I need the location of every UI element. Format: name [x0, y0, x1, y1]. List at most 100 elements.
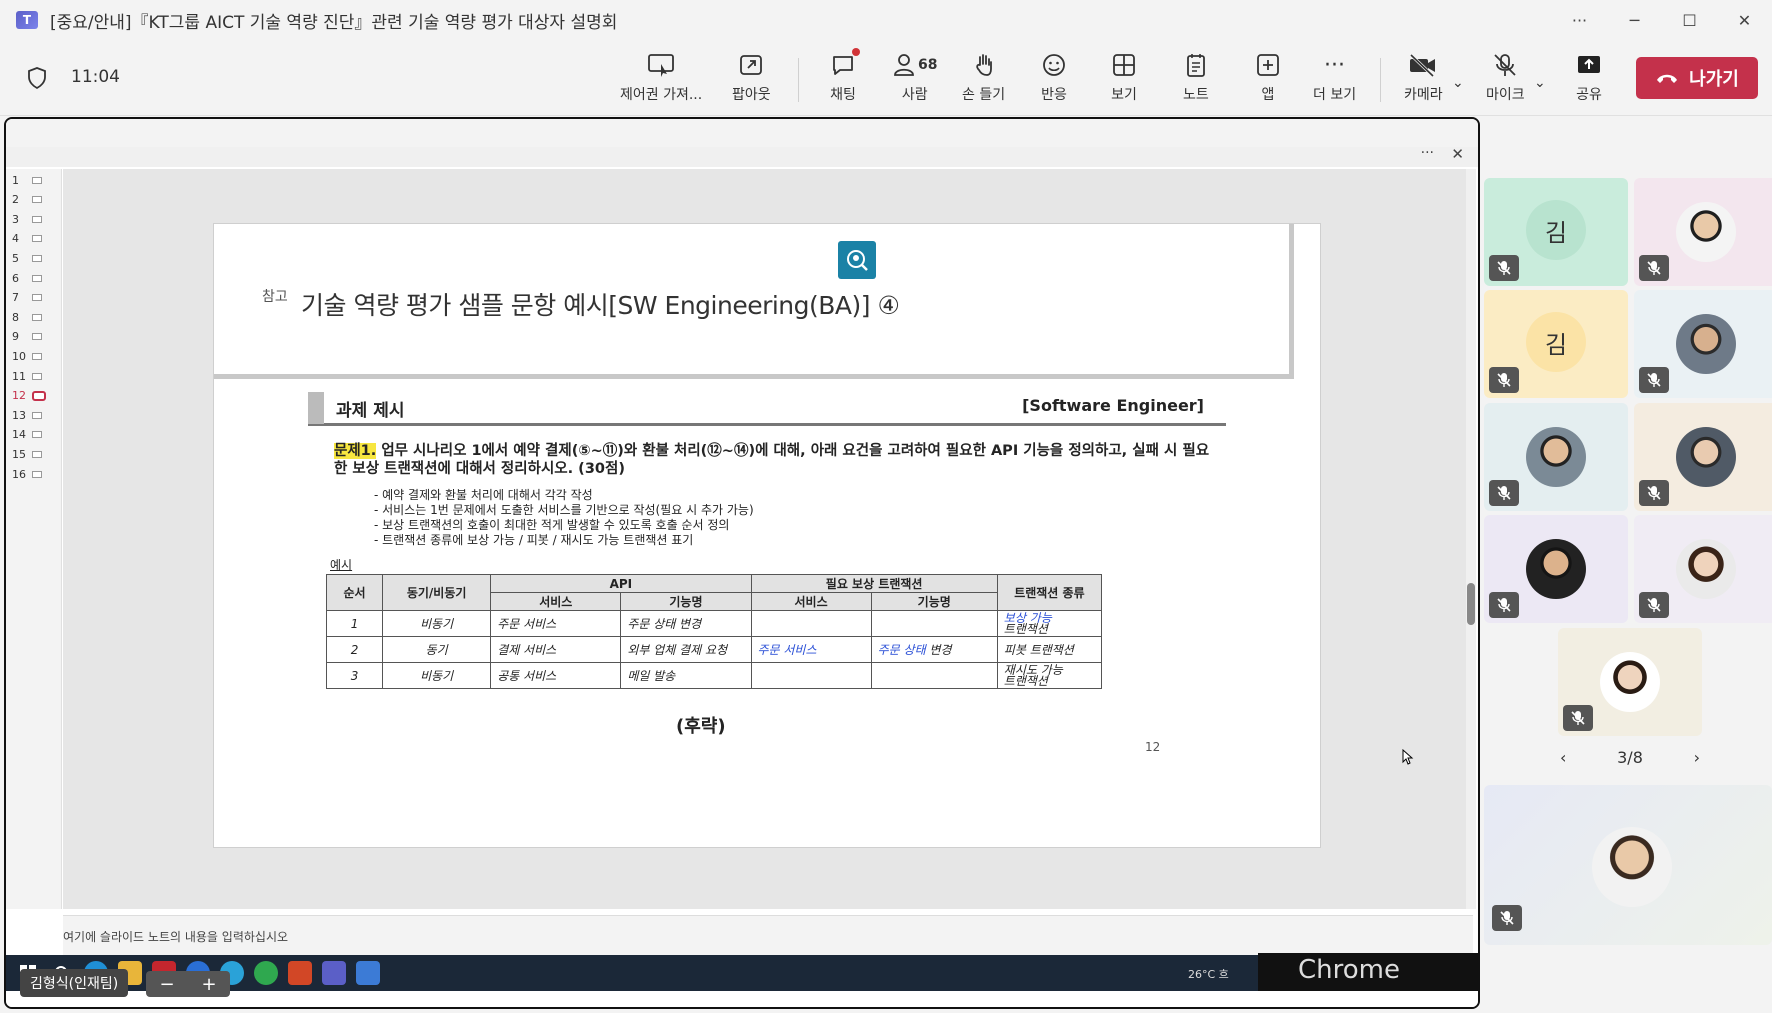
participant-avatar: [1526, 539, 1586, 599]
chevron-left-icon[interactable]: ‹: [1560, 748, 1566, 767]
slide-thumbnail[interactable]: 10: [12, 347, 56, 365]
chat-label: 채팅: [830, 87, 856, 103]
camera-button[interactable]: 카메라: [1404, 50, 1443, 110]
leave-button[interactable]: 나가기: [1636, 57, 1758, 99]
slide-page-number: 12: [1145, 740, 1161, 754]
mic-off-icon: [1639, 592, 1669, 618]
slide-thumbnail[interactable]: 9: [12, 328, 56, 346]
pane-close-icon[interactable]: ✕: [1451, 145, 1464, 163]
chrome-icon[interactable]: [254, 961, 278, 985]
take-control-label: 제어권 가져...: [620, 87, 703, 103]
popout-icon: [738, 50, 764, 80]
participant-tile[interactable]: [1484, 515, 1628, 623]
slide-thumbnail[interactable]: 2: [12, 191, 56, 209]
slide-thumbnail-number: 3: [12, 212, 19, 226]
slide-thumbnail[interactable]: 1: [12, 171, 56, 189]
phone-hangup-icon: [1657, 74, 1678, 83]
chat-icon: [830, 48, 860, 80]
window-title: [중요/안내]『KT그룹 AICT 기술 역량 진단』관련 기술 역량 평가 대…: [50, 12, 618, 33]
reaction-icon: [1041, 50, 1067, 80]
tx-type-secondary: 트랜잭션: [1003, 621, 1048, 636]
cell-sync: 동기: [382, 636, 492, 663]
slide-thumbnail[interactable]: 13: [12, 406, 56, 424]
view-button[interactable]: 보기: [1111, 50, 1137, 110]
slide-thumbnail[interactable]: 15: [12, 445, 56, 463]
people-button[interactable]: 68 사람: [892, 50, 937, 110]
popout-button[interactable]: 팝아웃: [732, 50, 771, 110]
participant-avatar: [1676, 539, 1736, 599]
slide-thumbnail-preview: [32, 294, 42, 302]
participant-tile[interactable]: [1634, 515, 1772, 623]
slide-thumbnail[interactable]: 7: [12, 289, 56, 307]
participant-tile[interactable]: 김: [1484, 178, 1628, 286]
minimize-button[interactable]: ─: [1607, 0, 1662, 40]
participant-tile[interactable]: 김: [1484, 290, 1628, 398]
participant-initial-avatar: 김: [1526, 200, 1586, 260]
participant-tile[interactable]: [1634, 290, 1772, 398]
shield-icon[interactable]: [26, 66, 48, 90]
raise-hand-button[interactable]: 손 들기: [962, 50, 1005, 110]
cell-function: 메일 발송: [620, 662, 752, 689]
cell-service: 결제 서비스: [490, 636, 622, 663]
pane-more-icon[interactable]: ···: [1421, 145, 1434, 161]
reaction-button[interactable]: 반응: [1041, 50, 1067, 110]
slide-thumbnail[interactable]: 16: [12, 465, 56, 483]
teams-taskbar-icon[interactable]: [322, 961, 346, 985]
participant-tile[interactable]: [1484, 403, 1628, 511]
more-button[interactable]: ··· 더 보기: [1313, 50, 1356, 110]
slide-thumbnail[interactable]: 12: [12, 387, 56, 405]
participant-avatar: [1592, 827, 1672, 907]
cell-function: 외부 업체 결제 요청: [620, 636, 752, 663]
apps-button[interactable]: 앱: [1255, 50, 1281, 110]
window-more-button[interactable]: ···: [1552, 0, 1607, 40]
chevron-down-icon: ⌄: [1452, 75, 1464, 91]
notes-button[interactable]: 노트: [1183, 50, 1209, 110]
slide-thumbnail[interactable]: 14: [12, 426, 56, 444]
slide-thumbnail-preview: [32, 313, 42, 321]
maximize-button[interactable]: ☐: [1662, 0, 1717, 40]
weather-widget[interactable]: 26°C 흐: [1188, 966, 1229, 982]
reference-tag: 참고: [262, 289, 288, 305]
slide-thumbnail[interactable]: 5: [12, 249, 56, 267]
chat-button[interactable]: 채팅: [830, 48, 860, 110]
slide-thumbnail-number: 6: [12, 271, 19, 285]
mic-off-icon: [1492, 905, 1522, 931]
col-header-service: 서비스: [490, 592, 622, 611]
scrollbar-thumb[interactable]: [1467, 583, 1475, 625]
self-video-tile[interactable]: [1484, 785, 1772, 945]
mic-button[interactable]: 마이크: [1486, 50, 1525, 110]
participant-tile[interactable]: [1558, 628, 1702, 736]
share-button[interactable]: 공유: [1576, 50, 1602, 110]
zoom-in-button[interactable]: +: [201, 974, 216, 995]
slide-thumbnail[interactable]: 11: [12, 367, 56, 385]
participant-tile[interactable]: [1634, 178, 1772, 286]
participant-tile[interactable]: [1634, 403, 1772, 511]
slide-thumbnail[interactable]: 8: [12, 308, 56, 326]
mic-off-icon: [1492, 50, 1518, 80]
powerpoint-icon[interactable]: [288, 961, 312, 985]
vertical-scrollbar[interactable]: [1466, 169, 1476, 909]
slide-thumbnail[interactable]: 6: [12, 269, 56, 287]
window-app-icon[interactable]: [356, 961, 380, 985]
problem-label: 문제1.: [334, 443, 377, 459]
slide-thumbnail-preview: [32, 390, 46, 401]
notes-pane[interactable]: 여기에 슬라이드 노트의 내용을 입력하십시오: [63, 915, 1473, 955]
notes-label: 노트: [1183, 87, 1209, 103]
people-icon: 68: [892, 50, 937, 80]
cell-order: 2: [325, 636, 384, 663]
take-control-button[interactable]: 제어권 가져...: [620, 50, 702, 110]
cell-comp-function: 주문 상태 변경: [870, 636, 998, 663]
meeting-timer: 11:04: [71, 67, 120, 87]
chevron-right-icon[interactable]: ›: [1694, 748, 1700, 767]
share-label: 공유: [1576, 87, 1602, 103]
cell-comp-service: [750, 662, 872, 689]
slide-thumbnail[interactable]: 3: [12, 210, 56, 228]
slide-thumbnail-number: 16: [12, 467, 26, 481]
close-button[interactable]: ✕: [1717, 0, 1772, 40]
mic-off-icon: [1489, 367, 1519, 393]
slide: 참고 기술 역량 평가 샘플 문항 예시[SW Engineering(BA)]…: [213, 223, 1321, 848]
slide-thumbnail[interactable]: 4: [12, 230, 56, 248]
mic-options-chevron[interactable]: ⌄: [1534, 68, 1546, 128]
slide-thumbnail-preview: [32, 254, 42, 262]
zoom-out-button[interactable]: −: [159, 974, 174, 995]
